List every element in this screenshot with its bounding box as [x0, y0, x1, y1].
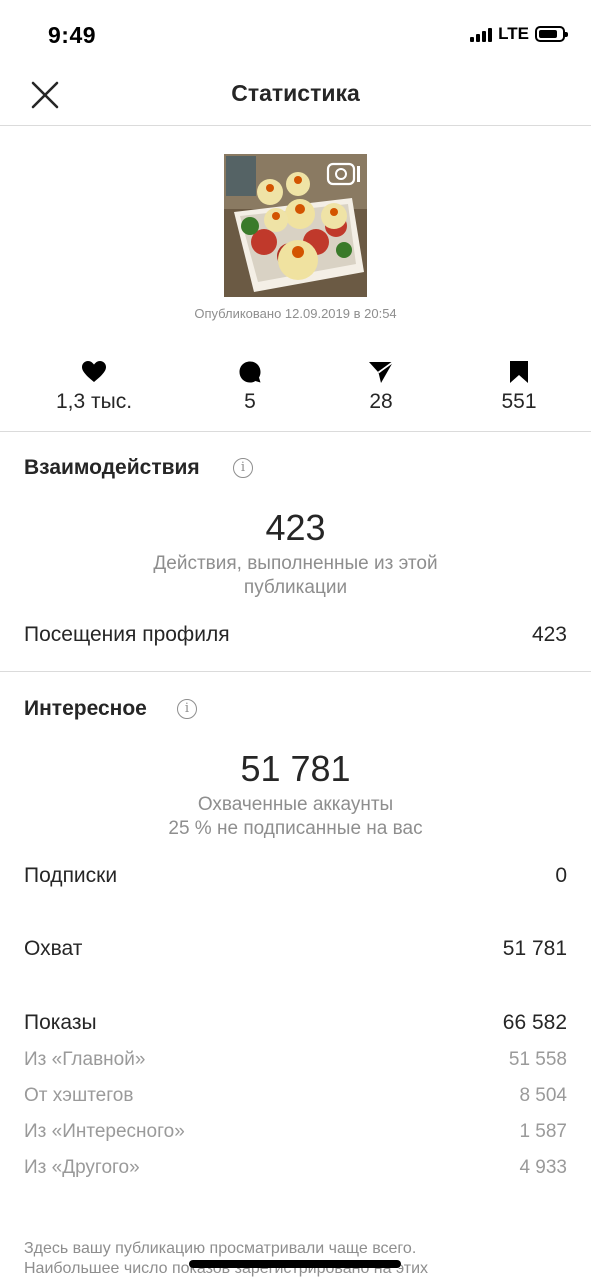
comments-metric: 5 — [180, 360, 320, 414]
post-thumbnail[interactable] — [224, 154, 367, 297]
impressions-hashtags-label: От хэштегов — [24, 1085, 134, 1106]
reach-value: 51 781 — [502, 937, 567, 960]
discovery-caption-line1: Охваченные аккаунты — [197, 794, 394, 815]
profile-visits-value: 423 — [531, 623, 567, 646]
discovery-total: 51 781 — [240, 748, 351, 789]
network-label: LTE — [498, 24, 529, 43]
status-indicators: LTE — [470, 24, 568, 44]
signal-icon — [470, 26, 493, 42]
interactions-caption-line2: публикации — [243, 577, 348, 598]
info-icon[interactable]: i — [177, 699, 197, 719]
battery-icon — [535, 26, 568, 42]
impressions-explore-label: Из «Интересного» — [24, 1121, 185, 1142]
share-icon — [369, 361, 394, 383]
interactions-divider — [0, 671, 591, 672]
impressions-home-value: 51 558 — [508, 1049, 567, 1070]
impressions-value: 66 582 — [502, 1011, 567, 1034]
published-date: Опубликовано 12.09.2019 в 20:54 — [194, 306, 397, 321]
discovery-caption-line2: 25 % не подписанные на вас — [168, 818, 423, 839]
info-icon[interactable]: i — [233, 458, 253, 478]
shares-metric: 28 — [311, 360, 451, 414]
reach-label: Охват — [24, 937, 83, 960]
footer-line1: Здесь вашу публикацию просматривали чаще… — [24, 1240, 417, 1257]
impressions-hashtags-value: 8 504 — [519, 1085, 567, 1106]
follows-value: 0 — [555, 864, 567, 887]
impressions-home-label: Из «Главной» — [24, 1049, 146, 1070]
bookmark-icon — [510, 361, 528, 383]
likes-count: 1,3 тыс. — [55, 390, 133, 413]
impressions-explore-value: 1 587 — [519, 1121, 567, 1142]
interactions-total: 423 — [265, 507, 326, 548]
profile-visits-label: Посещения профиля — [24, 623, 230, 646]
interactions-caption-line1: Действия, выполненные из этой — [153, 553, 438, 574]
metrics-divider — [0, 431, 591, 432]
comments-count: 5 — [244, 390, 256, 413]
saves-metric: 551 — [449, 360, 589, 414]
home-indicator[interactable] — [189, 1260, 401, 1268]
header-divider — [0, 125, 591, 126]
likes-metric: 1,3 тыс. — [24, 360, 164, 414]
follows-label: Подписки — [24, 864, 118, 887]
page-title: Статистика — [231, 80, 360, 106]
saves-count: 551 — [501, 390, 537, 413]
heart-icon — [82, 361, 106, 382]
impressions-other-value: 4 933 — [519, 1157, 567, 1178]
status-time: 9:49 — [48, 22, 97, 48]
interactions-title: Взаимодействия — [24, 456, 200, 479]
comment-icon — [239, 361, 261, 383]
impressions-label: Показы — [24, 1011, 97, 1034]
impressions-other-label: Из «Другого» — [24, 1157, 140, 1178]
shares-count: 28 — [369, 390, 393, 413]
discovery-title: Интересное — [24, 697, 147, 720]
